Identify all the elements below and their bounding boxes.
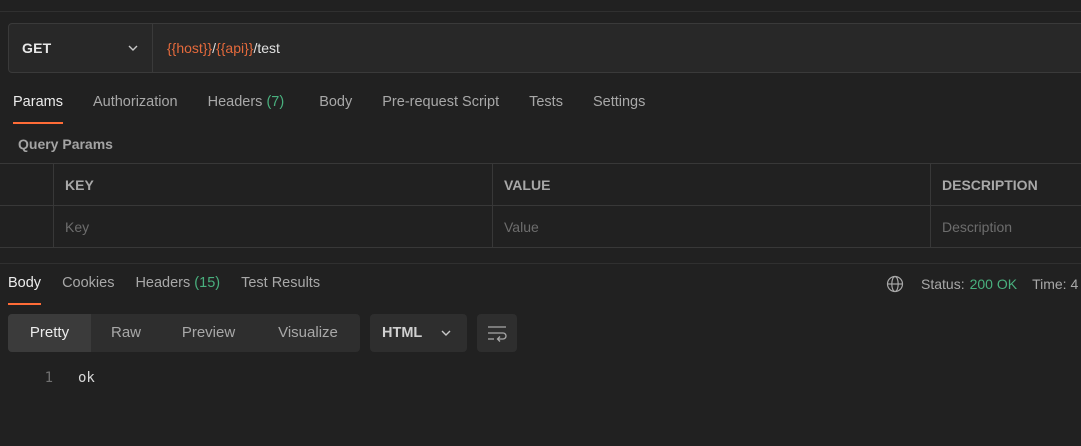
view-preview-button[interactable]: Preview [161,314,256,352]
url-variable-api: {{api}} [216,40,254,56]
request-bar: GET {{host}} / {{api}}/test [8,23,1081,73]
tab-body[interactable]: Body [319,88,352,124]
view-raw-button[interactable]: Raw [91,314,161,352]
response-headers-count: (15) [194,275,221,291]
line-number: 1 [44,370,53,386]
description-cell [931,206,1081,247]
tab-params[interactable]: Params [13,88,63,124]
url-path: /test [253,40,280,56]
response-tabs: Body Cookies Headers (15) Test Results [8,269,320,305]
response-body-editor[interactable]: 1 ok [0,367,95,389]
column-header-value: VALUE [493,164,931,205]
method-dropdown[interactable]: GET [9,24,153,72]
tab-pre-request-script[interactable]: Pre-request Script [382,88,499,124]
value-input[interactable] [504,218,930,235]
checkbox-column-header [0,164,54,205]
response-view-bar: Pretty Raw Preview Visualize HTML [8,314,517,352]
column-header-key: KEY [54,164,493,205]
response-body-text: ok [78,370,95,386]
view-mode-segmented-control: Pretty Raw Preview Visualize [8,314,360,352]
globe-icon[interactable] [886,275,904,293]
column-header-description: DESCRIPTION [942,176,1038,193]
chevron-down-icon [441,330,451,336]
format-label: HTML [382,325,423,341]
key-cell [54,206,493,247]
query-params-title: Query Params [18,136,113,152]
row-checkbox-cell [0,206,54,247]
tab-headers[interactable]: Headers (7) [208,88,285,124]
status-label: Status: [921,276,965,292]
response-status: Status: 200 OK Time: 4 [886,273,1078,295]
wrap-lines-button[interactable] [477,314,517,352]
format-dropdown[interactable]: HTML [370,314,467,352]
time-label: Time: 4 [1032,276,1079,292]
url-input[interactable]: {{host}} / {{api}}/test [153,24,1081,72]
tab-authorization[interactable]: Authorization [93,88,178,124]
method-label: GET [22,40,52,56]
key-input[interactable] [65,218,492,235]
tab-settings[interactable]: Settings [593,88,645,124]
response-tab-body[interactable]: Body [8,269,42,305]
response-divider[interactable] [0,263,1081,264]
description-input[interactable] [942,218,1081,235]
status-value: 200 OK [969,276,1018,292]
chevron-down-icon [128,45,138,51]
url-variable-host: {{host}} [167,40,213,56]
tab-tests[interactable]: Tests [529,88,563,124]
wrap-lines-icon [488,326,507,342]
response-tab-cookies[interactable]: Cookies [62,269,114,305]
view-pretty-button[interactable]: Pretty [8,314,91,352]
top-strip [0,0,1081,12]
value-cell [493,206,931,247]
table-row [0,206,1081,248]
headers-count: (7) [266,94,285,110]
view-visualize-button[interactable]: Visualize [256,314,360,352]
query-params-table: KEY VALUE DESCRIPTION [0,163,1081,248]
request-tabs: Params Authorization Headers (7) Body Pr… [0,88,645,124]
response-tab-test-results[interactable]: Test Results [241,269,320,305]
response-tab-headers[interactable]: Headers (15) [135,269,220,305]
table-header-row: KEY VALUE DESCRIPTION [0,164,1081,206]
